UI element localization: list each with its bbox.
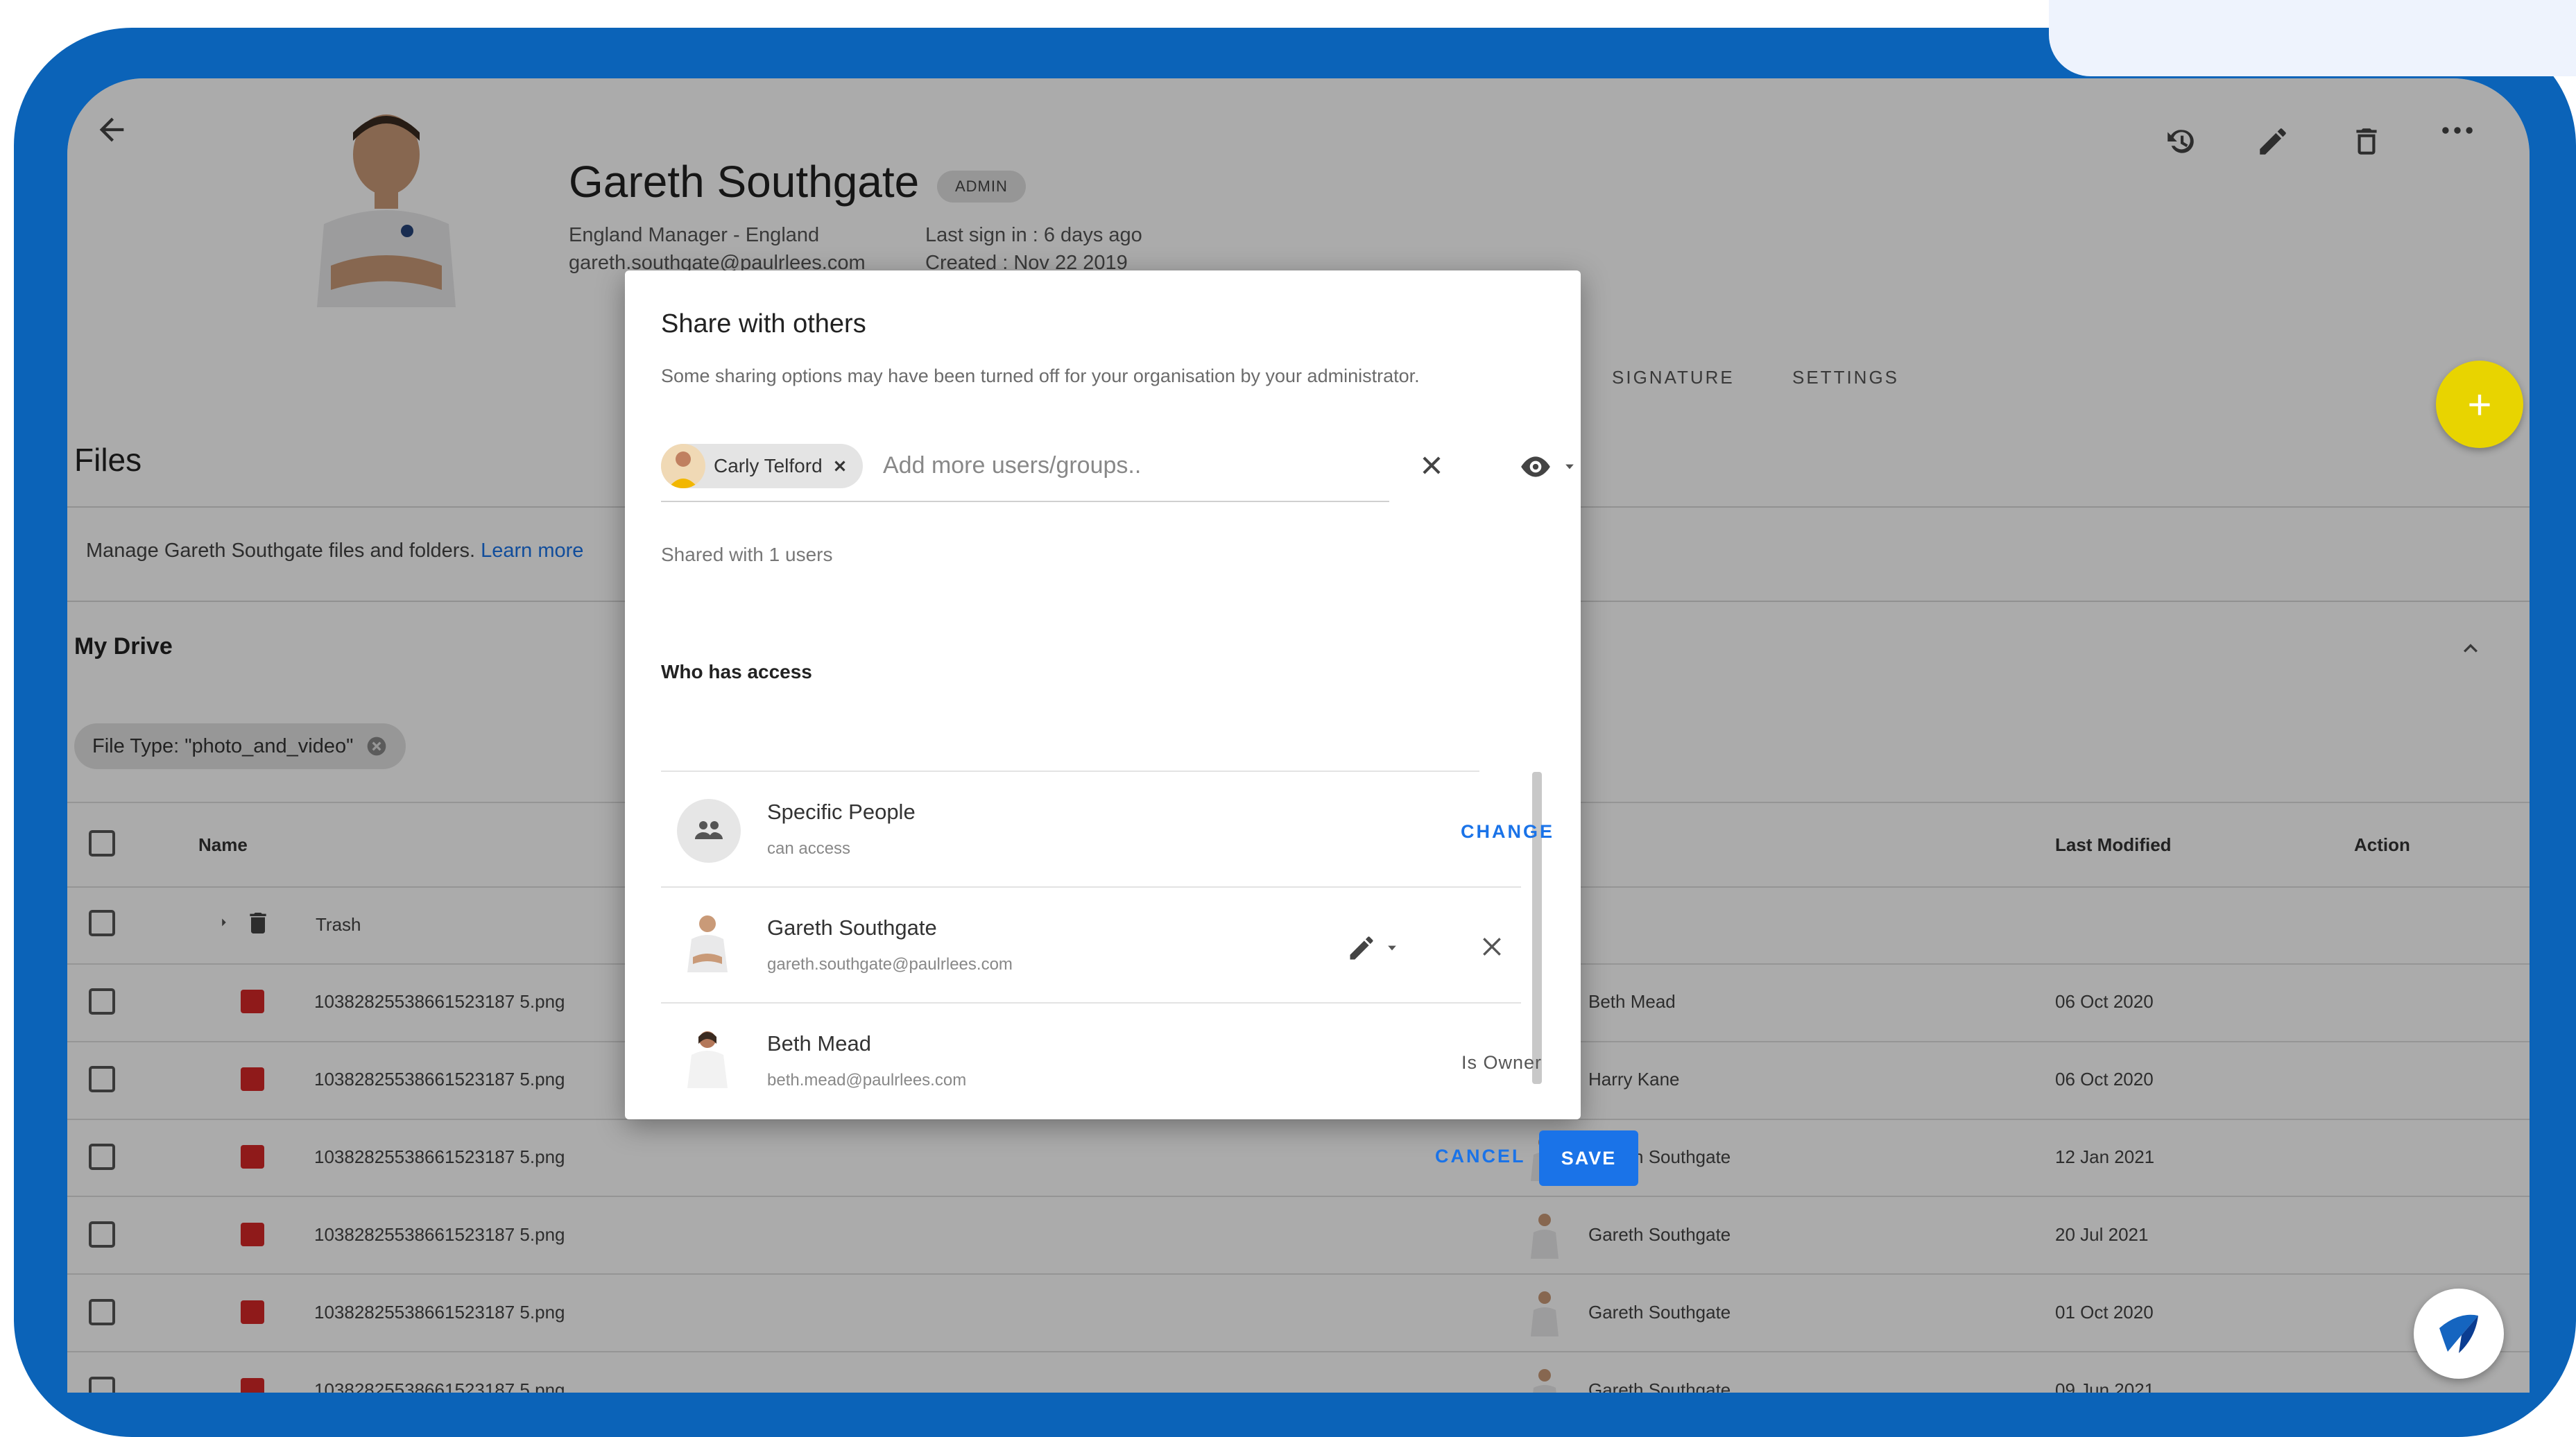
owner-label: Is Owner xyxy=(1461,1052,1543,1073)
chevron-down-icon xyxy=(1385,941,1399,955)
add-users-input[interactable]: Add more users/groups.. xyxy=(883,452,1141,479)
cancel-button[interactable]: CANCEL xyxy=(1435,1146,1526,1167)
save-button[interactable]: SAVE xyxy=(1539,1130,1638,1186)
remove-chip-icon[interactable] xyxy=(831,457,849,475)
access-sub: beth.mead@paulrlees.com xyxy=(767,1071,967,1090)
access-divider xyxy=(661,1002,1521,1004)
access-name: Gareth Southgate xyxy=(767,915,937,940)
permission-dropdown[interactable] xyxy=(1518,449,1577,484)
access-name: Beth Mead xyxy=(767,1031,871,1056)
plus-icon: + xyxy=(2467,381,2492,428)
app-window: Gareth Southgate ADMIN England Manager -… xyxy=(67,78,2530,1393)
user-avatar xyxy=(661,444,705,488)
brand-logo-button[interactable] xyxy=(2414,1289,2504,1379)
change-button[interactable]: CHANGE xyxy=(1461,821,1554,843)
dialog-note: Some sharing options may have been turne… xyxy=(661,365,1420,386)
access-name: Specific People xyxy=(767,800,916,824)
brand-logo-icon xyxy=(2434,1307,2484,1361)
corner-shade xyxy=(2049,0,2576,76)
scrollbar[interactable] xyxy=(1532,772,1542,1084)
dialog-title: Share with others xyxy=(661,309,866,338)
remove-access-icon[interactable] xyxy=(1478,933,1506,961)
chevron-down-icon xyxy=(1563,460,1577,474)
input-underline xyxy=(661,501,1389,502)
access-divider xyxy=(661,886,1521,888)
edit-icon xyxy=(1346,933,1377,963)
shared-count: Shared with 1 users xyxy=(661,544,833,565)
access-divider xyxy=(661,771,1479,772)
role-dropdown[interactable] xyxy=(1346,933,1399,963)
user-avatar xyxy=(682,909,733,972)
access-sub: gareth.southgate@paulrlees.com xyxy=(767,955,1013,974)
who-has-access-title: Who has access xyxy=(661,661,812,682)
share-dialog: Share with others Some sharing options m… xyxy=(625,270,1638,1186)
access-sub: can access xyxy=(767,839,851,858)
clear-input-icon[interactable] xyxy=(1418,452,1445,479)
selected-user-chip[interactable]: Carly Telford xyxy=(661,444,863,488)
chip-user-name: Carly Telford xyxy=(714,455,823,476)
user-avatar xyxy=(682,1024,733,1088)
group-avatar xyxy=(677,799,741,863)
add-button[interactable]: + xyxy=(2436,361,2523,448)
view-eye-icon xyxy=(1518,449,1553,484)
